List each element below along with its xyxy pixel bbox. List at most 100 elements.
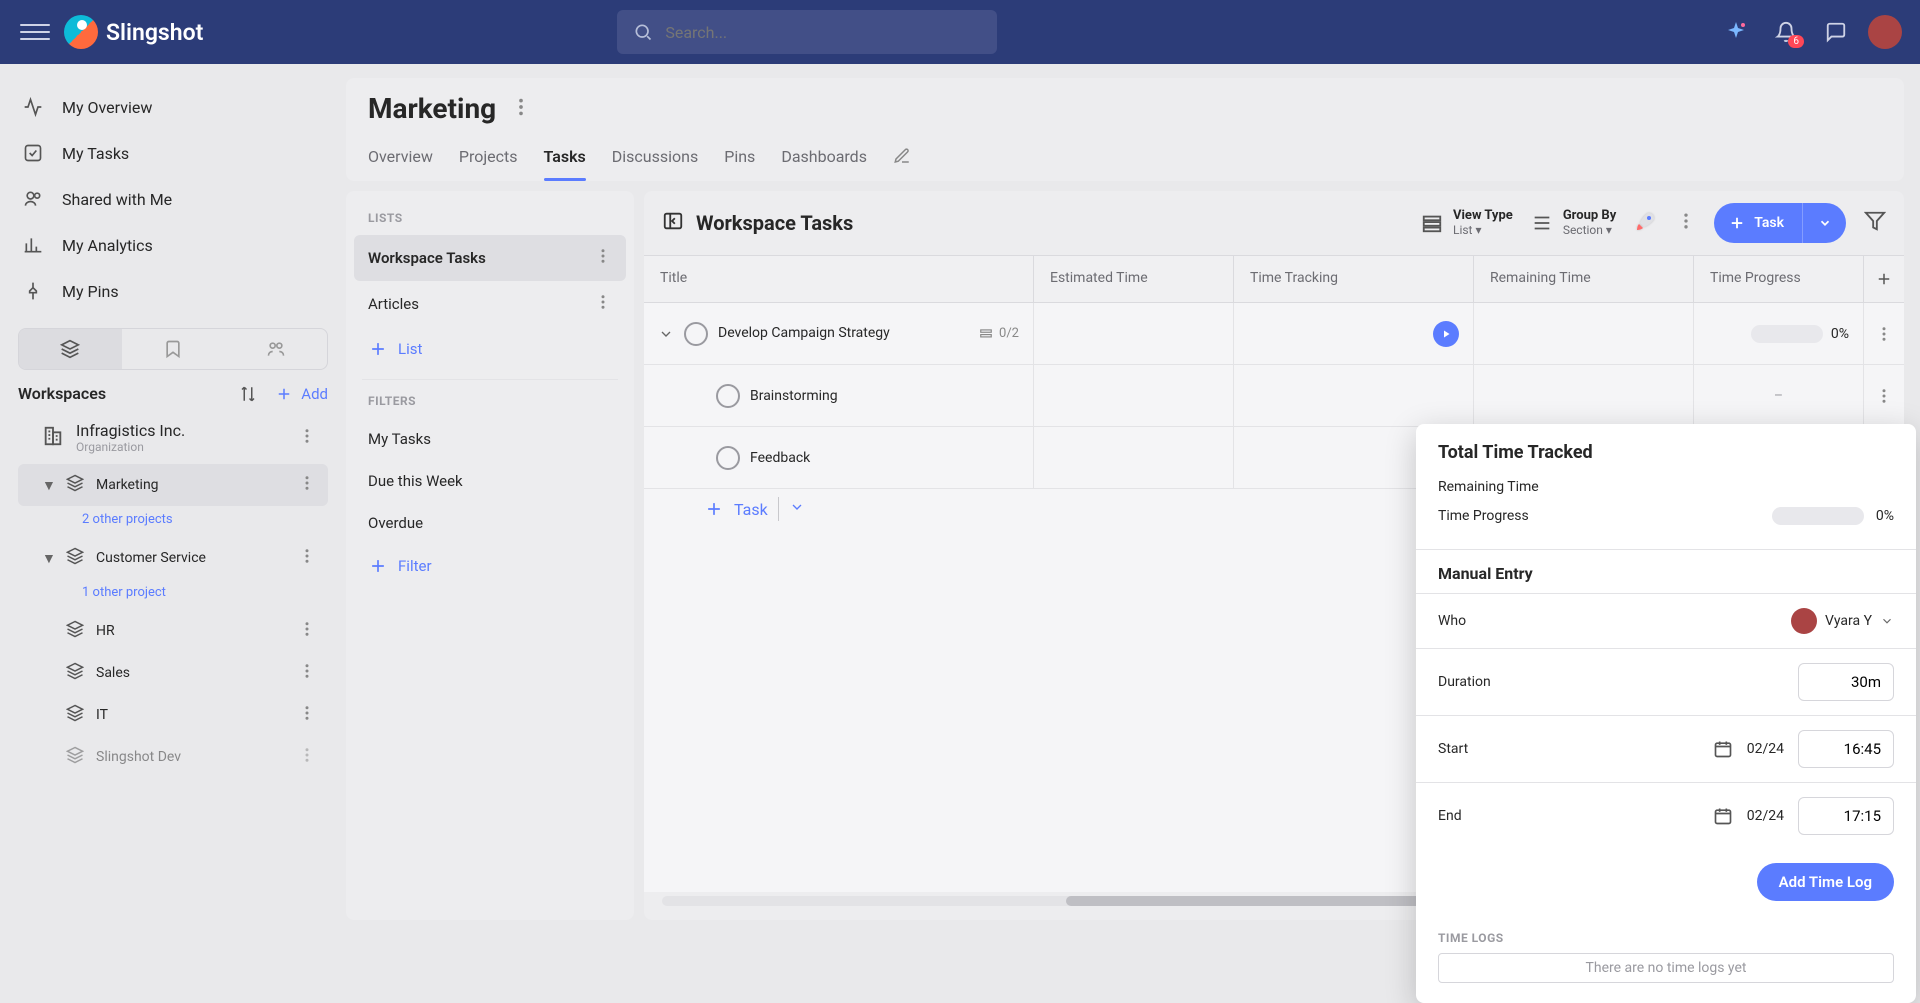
- filter-due-this-week[interactable]: Due this Week: [354, 460, 626, 502]
- workspace-customer-service[interactable]: ▼ Customer Service: [18, 537, 328, 579]
- col-tracking[interactable]: Time Tracking: [1234, 256, 1474, 302]
- org-item[interactable]: Infragistics Inc. Organization: [18, 411, 328, 464]
- add-time-log-button[interactable]: Add Time Log: [1757, 863, 1894, 901]
- nav-pins[interactable]: My Pins: [0, 268, 346, 314]
- tab-tasks[interactable]: Tasks: [544, 139, 586, 181]
- add-task-dropdown[interactable]: [789, 499, 805, 519]
- sort-icon[interactable]: [239, 385, 257, 403]
- row-menu-button[interactable]: [1864, 303, 1904, 364]
- tab-discussions[interactable]: Discussions: [612, 139, 698, 181]
- add-filter-button[interactable]: Filter: [354, 544, 626, 588]
- toolbar-menu-button[interactable]: [1676, 211, 1696, 235]
- org-menu-button[interactable]: [298, 427, 316, 449]
- add-task-inline-button[interactable]: Task: [704, 499, 768, 519]
- logo-mark-icon: [64, 15, 98, 49]
- col-remaining[interactable]: Remaining Time: [1474, 256, 1694, 302]
- user-avatar[interactable]: [1868, 15, 1902, 49]
- status-circle[interactable]: [684, 322, 708, 346]
- chevron-down-icon[interactable]: [658, 326, 674, 342]
- filter-button[interactable]: [1864, 210, 1886, 236]
- workspace-marketing[interactable]: ▼ Marketing: [18, 464, 328, 506]
- edit-tabs-button[interactable]: [893, 139, 911, 181]
- workspace-menu-button[interactable]: [298, 620, 316, 642]
- workspace-sublink[interactable]: 1 other project: [0, 579, 346, 610]
- tab-projects[interactable]: Projects: [459, 139, 518, 181]
- workspace-slingshot-dev[interactable]: ▼ Slingshot Dev: [18, 736, 328, 778]
- toggle-bookmarks[interactable]: [122, 329, 225, 369]
- group-by-selector[interactable]: Group By Section ▾: [1531, 209, 1616, 237]
- calendar-icon[interactable]: [1713, 739, 1733, 759]
- tab-overview[interactable]: Overview: [368, 139, 433, 181]
- workspace-it[interactable]: ▼ IT: [18, 694, 328, 736]
- start-date[interactable]: 02/24: [1747, 741, 1784, 757]
- col-estimated[interactable]: Estimated Time: [1034, 256, 1234, 302]
- ai-sparkle-icon[interactable]: [1718, 14, 1754, 50]
- workspace-label: Sales: [96, 665, 130, 681]
- page-menu-button[interactable]: [510, 92, 532, 125]
- rocket-button[interactable]: [1634, 209, 1658, 237]
- layers-icon: [66, 704, 84, 726]
- new-task-main[interactable]: Task: [1714, 214, 1802, 232]
- nav-shared[interactable]: Shared with Me: [0, 176, 346, 222]
- list-articles[interactable]: Articles: [354, 281, 626, 327]
- col-title[interactable]: Title: [644, 256, 1034, 302]
- workspace-menu-button[interactable]: [298, 746, 316, 768]
- nav-my-overview[interactable]: My Overview: [0, 84, 346, 130]
- app-logo[interactable]: Slingshot: [64, 15, 203, 49]
- menu-button[interactable]: [20, 17, 50, 47]
- list-menu-button[interactable]: [594, 293, 612, 315]
- table-row[interactable]: Brainstorming –: [644, 365, 1904, 427]
- comments-button[interactable]: [1818, 14, 1854, 50]
- toggle-people[interactable]: [224, 329, 327, 369]
- time-logs-heading: TIME LOGS: [1416, 915, 1916, 953]
- end-date[interactable]: 02/24: [1747, 808, 1784, 824]
- status-circle[interactable]: [716, 446, 740, 470]
- workspace-sales[interactable]: ▼ Sales: [18, 652, 328, 694]
- workspace-hr[interactable]: ▼ HR: [18, 610, 328, 652]
- workspace-menu-button[interactable]: [298, 474, 316, 496]
- check-square-icon: [22, 142, 44, 164]
- toggle-workspaces[interactable]: [19, 329, 122, 369]
- workspace-menu-button[interactable]: [298, 662, 316, 684]
- add-task-label: Task: [734, 500, 768, 519]
- row-menu-button[interactable]: [1864, 365, 1904, 426]
- workspace-label: HR: [96, 623, 115, 639]
- new-task-dropdown[interactable]: [1802, 203, 1846, 243]
- page-header: Marketing Overview Projects Tasks Discus…: [346, 78, 1904, 181]
- who-selector[interactable]: Vyara Y: [1791, 608, 1894, 634]
- start-time-input[interactable]: [1798, 730, 1894, 768]
- add-list-button[interactable]: List: [354, 327, 626, 371]
- org-name: Infragistics Inc.: [76, 421, 185, 440]
- workspace-menu-button[interactable]: [298, 547, 316, 569]
- table-header: Title Estimated Time Time Tracking Remai…: [644, 255, 1904, 303]
- add-column-button[interactable]: [1864, 256, 1904, 302]
- nav-analytics[interactable]: My Analytics: [0, 222, 346, 268]
- notifications-button[interactable]: 6: [1768, 14, 1804, 50]
- col-progress[interactable]: Time Progress: [1694, 256, 1864, 302]
- tab-dashboards[interactable]: Dashboards: [781, 139, 867, 181]
- duration-input[interactable]: [1798, 663, 1894, 701]
- task-title: Brainstorming: [750, 388, 838, 404]
- nav-my-tasks[interactable]: My Tasks: [0, 130, 346, 176]
- search-input[interactable]: [617, 10, 997, 54]
- search-field[interactable]: [665, 23, 981, 42]
- list-workspace-tasks[interactable]: Workspace Tasks: [354, 235, 626, 281]
- workspace-menu-button[interactable]: [298, 704, 316, 726]
- view-type-selector[interactable]: View Type List ▾: [1421, 209, 1513, 237]
- add-workspace-button[interactable]: Add: [301, 385, 328, 403]
- manual-entry-heading: Manual Entry: [1416, 550, 1916, 593]
- status-circle[interactable]: [716, 384, 740, 408]
- filter-overdue[interactable]: Overdue: [354, 502, 626, 544]
- tab-pins[interactable]: Pins: [724, 139, 755, 181]
- list-menu-button[interactable]: [594, 247, 612, 269]
- workspace-sublink[interactable]: 2 other projects: [0, 506, 346, 537]
- table-row[interactable]: Develop Campaign Strategy 0/2 0%: [644, 303, 1904, 365]
- calendar-icon[interactable]: [1713, 806, 1733, 826]
- sidebar: My Overview My Tasks Shared with Me My A…: [0, 64, 346, 920]
- pencil-icon: [893, 147, 911, 165]
- filter-my-tasks[interactable]: My Tasks: [354, 418, 626, 460]
- collapse-panel-button[interactable]: [662, 210, 684, 237]
- start-timer-button[interactable]: [1433, 321, 1459, 347]
- time-logs-empty: There are no time logs yet: [1438, 953, 1894, 983]
- end-time-input[interactable]: [1798, 797, 1894, 835]
